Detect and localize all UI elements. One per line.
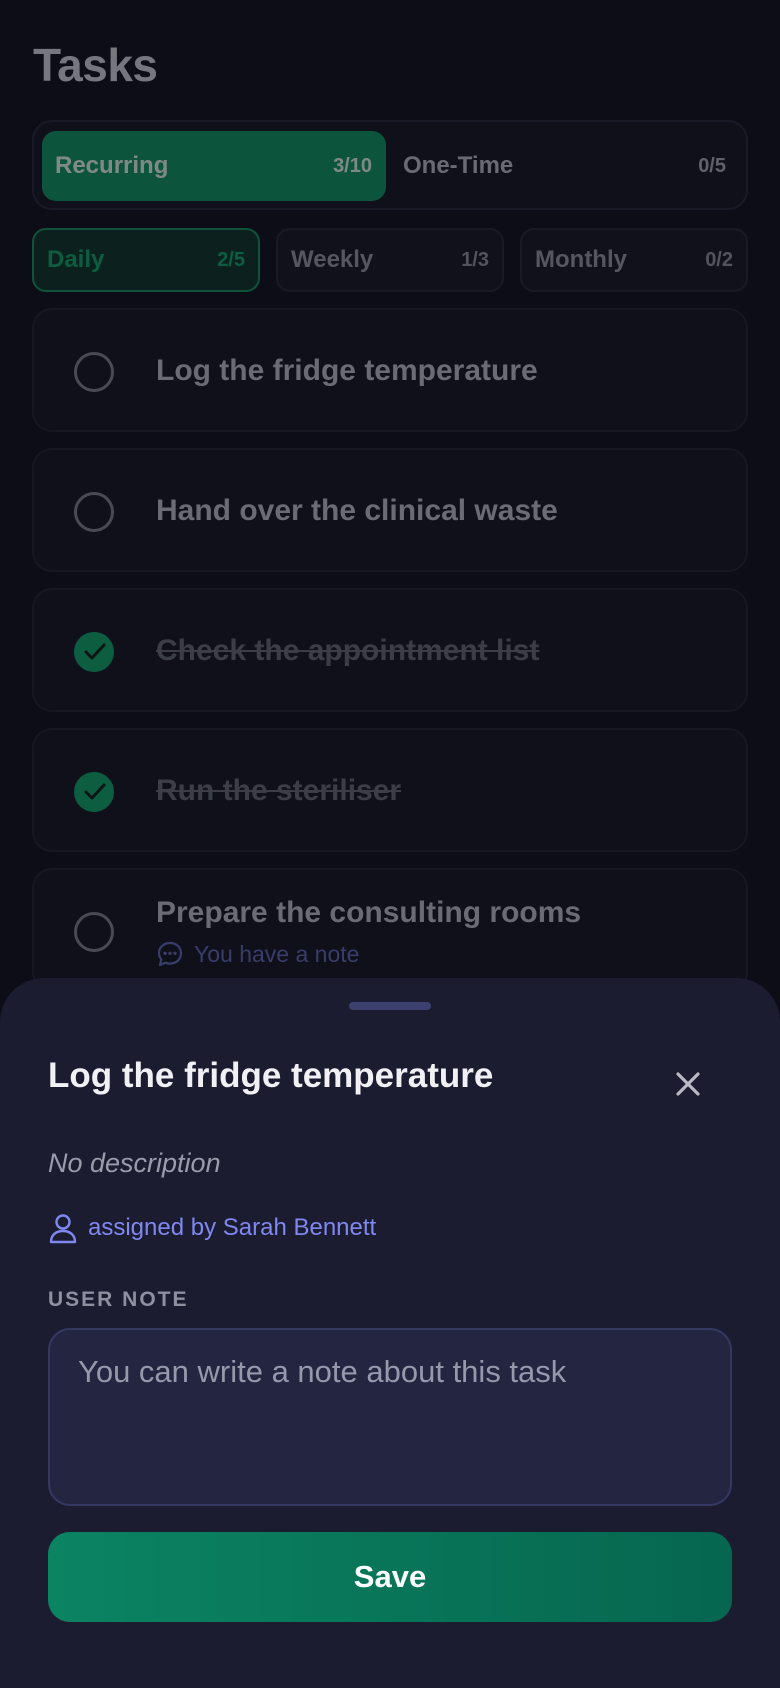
sheet-drag-handle[interactable]: [349, 1002, 431, 1010]
task-detail-sheet: Log the fridge temperature No descriptio…: [0, 978, 780, 1688]
close-button[interactable]: [664, 1060, 712, 1108]
user-note-label: USER NOTE: [48, 1288, 189, 1311]
sheet-title: Log the fridge temperature: [48, 1056, 494, 1095]
save-button[interactable]: Save: [48, 1532, 732, 1622]
user-icon: [49, 1214, 77, 1244]
assigned-by: assigned by Sarah Bennett: [48, 1212, 376, 1244]
assigned-by-text: assigned by Sarah Bennett: [88, 1214, 377, 1241]
tasks-screen: Tasks Recurring 3/10 One-Time 0/5 Daily …: [0, 0, 780, 1688]
user-note-input[interactable]: [48, 1328, 732, 1506]
task-description: No description: [48, 1148, 221, 1178]
close-icon: [676, 1072, 700, 1096]
